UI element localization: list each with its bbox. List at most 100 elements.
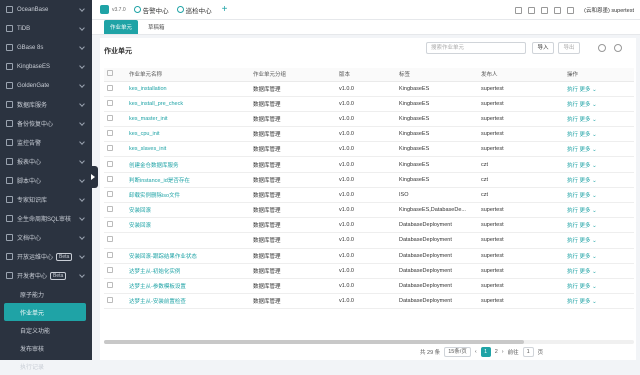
more-link[interactable]: 更多 xyxy=(580,147,591,153)
notification-icon[interactable] xyxy=(567,6,575,14)
help-icon[interactable] xyxy=(541,6,549,14)
job-unit-name[interactable]: kes_cpu_init xyxy=(126,126,250,143)
more-link[interactable]: 更多 xyxy=(580,193,591,199)
search-input[interactable]: 搜索作业单元 xyxy=(426,42,526,54)
job-unit-name[interactable]: 达梦主从-安装前置检查 xyxy=(126,293,250,310)
more-link[interactable]: 更多 xyxy=(580,238,591,244)
sidebar-item[interactable]: 监控告警 xyxy=(0,133,92,152)
row-select-cell[interactable] xyxy=(104,156,126,173)
sidebar-item[interactable]: 备份恢复中心 xyxy=(0,114,92,133)
nav-inspection-center[interactable]: 巡检中心 xyxy=(176,5,212,15)
sidebar-item[interactable]: TiDB xyxy=(0,19,92,38)
more-link[interactable]: 更多 xyxy=(580,132,591,138)
run-link[interactable]: 执行 xyxy=(567,238,578,244)
run-link[interactable]: 执行 xyxy=(567,254,578,260)
job-unit-name[interactable]: kes_installation xyxy=(126,81,250,97)
sidebar-subitem[interactable]: 原子能力 xyxy=(0,285,92,303)
sidebar-item[interactable]: 数据库服务 xyxy=(0,95,92,114)
job-unit-name[interactable]: 安装回滚 xyxy=(126,202,250,219)
row-checkbox[interactable] xyxy=(107,130,113,137)
row-checkbox[interactable] xyxy=(107,175,113,182)
sidebar-item[interactable]: 专家知识库 xyxy=(0,190,92,209)
sidebar-collapse-button[interactable] xyxy=(90,166,98,188)
more-link[interactable]: 更多 xyxy=(580,269,591,275)
more-link[interactable]: 更多 xyxy=(580,102,591,108)
header-name[interactable]: 作业单元名称 xyxy=(126,68,250,82)
row-select-cell[interactable] xyxy=(104,263,126,279)
row-select-cell[interactable] xyxy=(104,126,126,143)
more-link[interactable]: 更多 xyxy=(580,178,591,184)
row-select-cell[interactable] xyxy=(104,232,126,249)
row-select-cell[interactable] xyxy=(104,217,126,234)
sidebar-item[interactable]: 文档中心 xyxy=(0,228,92,247)
sidebar-item[interactable]: GBase 8s xyxy=(0,38,92,57)
run-link[interactable]: 执行 xyxy=(567,269,578,275)
run-link[interactable]: 执行 xyxy=(567,208,578,214)
header-publisher[interactable]: 发布人 xyxy=(478,68,564,82)
user-menu[interactable]: (云和恩墨) supertest xyxy=(584,6,634,14)
job-unit-name[interactable]: 创建金仓数据库服务 xyxy=(126,156,250,173)
run-link[interactable]: 执行 xyxy=(567,299,578,305)
prev-page-icon[interactable]: ‹ xyxy=(475,349,477,355)
sidebar-item[interactable]: GoldenGate xyxy=(0,76,92,95)
job-unit-name[interactable]: kes_master_init xyxy=(126,111,250,128)
job-unit-name[interactable]: kes_slaves_init xyxy=(126,141,250,158)
row-checkbox[interactable] xyxy=(107,160,113,167)
row-checkbox[interactable] xyxy=(107,145,113,152)
job-unit-name[interactable]: 判断instance_id是否存在 xyxy=(126,172,250,188)
more-link[interactable]: 更多 xyxy=(580,299,591,305)
settings-icon[interactable] xyxy=(598,44,606,52)
run-link[interactable]: 执行 xyxy=(567,163,578,169)
sidebar-item[interactable]: 开发者中心 Beta xyxy=(0,266,92,285)
sidebar-subitem[interactable]: 作业单元 xyxy=(4,303,86,321)
more-link[interactable]: 更多 xyxy=(580,117,591,123)
job-unit-name[interactable]: 安装回滚-跟踪结果作业状态 xyxy=(126,248,250,264)
sidebar-subitem[interactable]: 发布审核 xyxy=(0,339,92,357)
message-icon[interactable] xyxy=(528,6,536,14)
header-group[interactable]: 作业单元分组 xyxy=(250,68,336,82)
sidebar-item[interactable]: OceanBase xyxy=(0,0,92,19)
fullscreen-icon[interactable] xyxy=(614,44,622,52)
job-unit-name[interactable]: 安装回滚 xyxy=(126,217,250,234)
sidebar-item[interactable]: 脚本中心 xyxy=(0,171,92,190)
more-link[interactable]: 更多 xyxy=(580,254,591,260)
row-checkbox[interactable] xyxy=(107,251,113,258)
sidebar-item[interactable]: 开放运维中心 Beta xyxy=(0,247,92,266)
page-1[interactable]: 1 xyxy=(480,347,491,357)
run-link[interactable]: 执行 xyxy=(567,193,578,199)
sidebar-subitem[interactable]: 自定义功能 xyxy=(0,321,92,339)
more-link[interactable]: 更多 xyxy=(580,223,591,229)
run-link[interactable]: 执行 xyxy=(567,132,578,138)
row-select-cell[interactable] xyxy=(104,293,126,310)
job-unit-name[interactable]: 达梦主从-初始化实例 xyxy=(126,263,250,279)
tab-job-units[interactable]: 作业单元 xyxy=(104,20,139,34)
run-link[interactable]: 执行 xyxy=(567,147,578,153)
job-unit-name[interactable]: 达梦主从-参数模板设置 xyxy=(126,278,250,295)
horizontal-scrollbar[interactable] xyxy=(104,340,634,344)
nav-alert-center[interactable]: 告警中心 xyxy=(133,5,169,15)
import-button[interactable]: 导入 xyxy=(532,42,554,54)
row-checkbox[interactable] xyxy=(107,221,113,228)
job-unit-name[interactable]: 卸载实例删除iso文件 xyxy=(126,187,250,204)
run-link[interactable]: 执行 xyxy=(567,223,578,229)
row-checkbox[interactable] xyxy=(107,114,113,121)
page-2[interactable]: 2 xyxy=(495,349,498,355)
select-all-checkbox[interactable] xyxy=(107,70,113,77)
row-select-cell[interactable] xyxy=(104,187,126,204)
header-version[interactable]: 版本 xyxy=(336,68,396,82)
sidebar-item[interactable]: KingbaseES xyxy=(0,57,92,76)
row-select-cell[interactable] xyxy=(104,111,126,128)
row-checkbox[interactable] xyxy=(107,84,113,91)
run-link[interactable]: 执行 xyxy=(567,102,578,108)
row-checkbox[interactable] xyxy=(107,282,113,289)
row-select-cell[interactable] xyxy=(104,248,126,264)
run-link[interactable]: 执行 xyxy=(567,284,578,290)
goto-input[interactable]: 1 xyxy=(522,347,534,357)
run-link[interactable]: 执行 xyxy=(567,178,578,184)
row-select-cell[interactable] xyxy=(104,278,126,295)
header-tag[interactable]: 标签 xyxy=(396,68,478,82)
next-page-icon[interactable]: › xyxy=(502,349,504,355)
more-link[interactable]: 更多 xyxy=(580,208,591,214)
row-select-cell[interactable] xyxy=(104,96,126,112)
run-link[interactable]: 执行 xyxy=(567,87,578,93)
